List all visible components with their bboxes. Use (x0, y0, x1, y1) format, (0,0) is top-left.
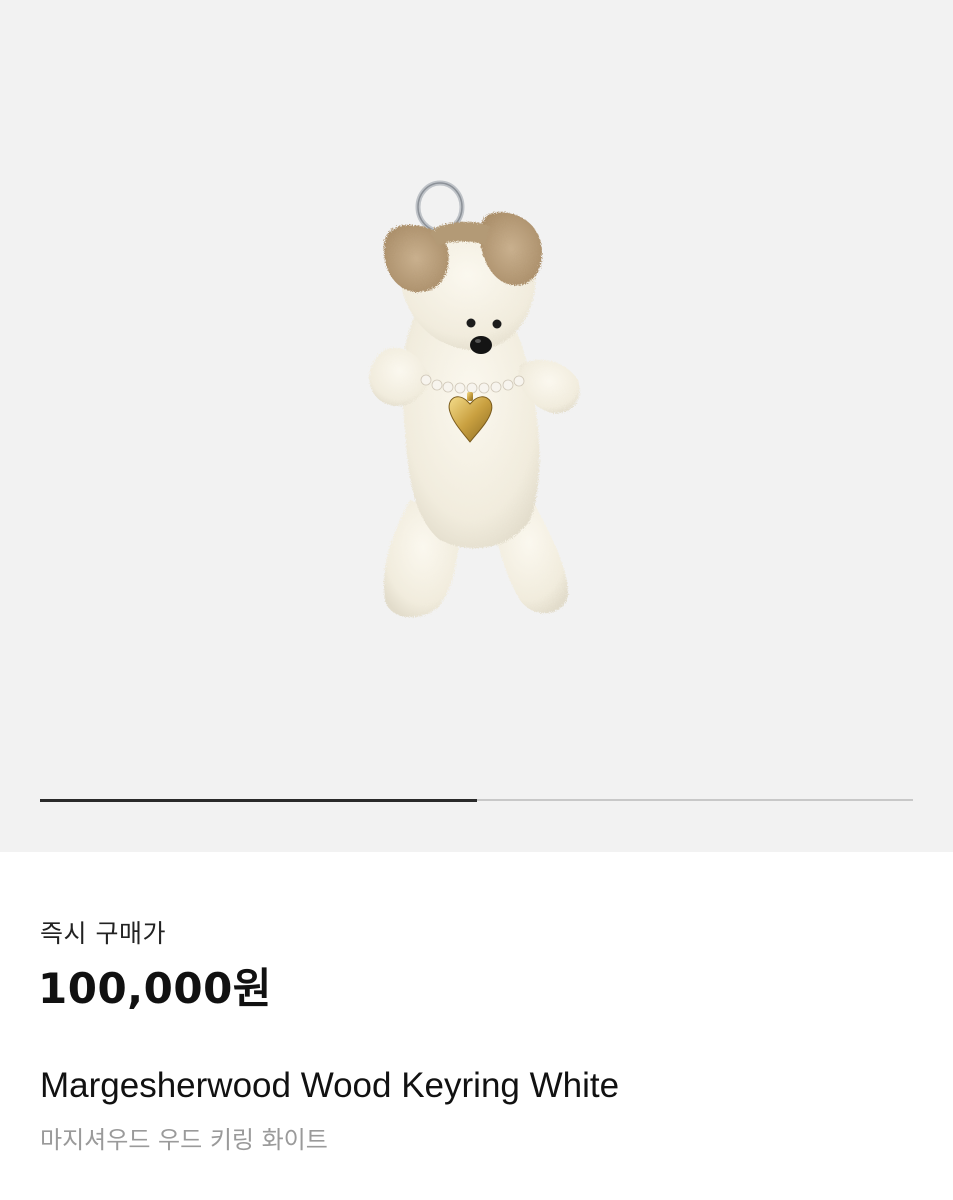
product-image-gallery[interactable] (0, 0, 953, 852)
instant-buy-price-label: 즉시 구매가 (40, 919, 166, 948)
price: 100,000원 (38, 964, 272, 1013)
product-name-en: Margesherwood Wood Keyring White (40, 1066, 620, 1105)
product-name-ko: 마지셔우드 우드 키링 화이트 (40, 1126, 328, 1154)
gallery-progress-track (40, 798, 913, 802)
bear-keyring-image (369, 180, 580, 618)
gallery-progress-fill (40, 798, 477, 802)
product-info: 즉시 구매가 100,000원 Margesherwood Wood Keyri… (0, 852, 953, 1200)
